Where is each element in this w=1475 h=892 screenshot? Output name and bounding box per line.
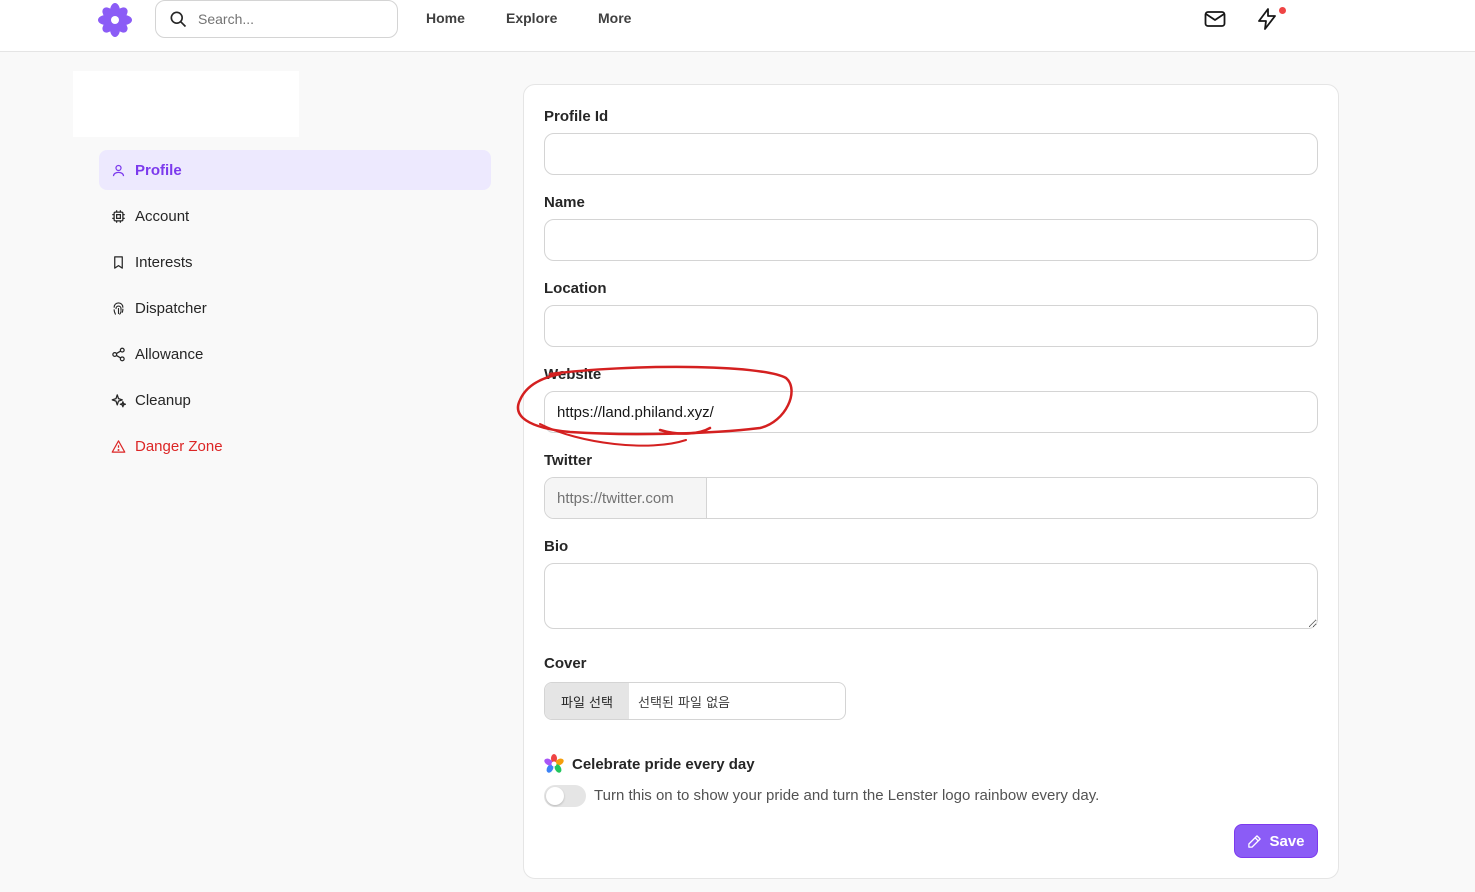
sidebar-item-profile[interactable]: Profile: [99, 150, 491, 190]
bookmark-icon: [114, 255, 123, 269]
save-button-label: Save: [1269, 832, 1305, 850]
sidebar-item-dispatcher[interactable]: Dispatcher: [99, 288, 491, 328]
mail-icon[interactable]: [1203, 7, 1227, 31]
profile-id-input[interactable]: [544, 133, 1318, 175]
sidebar-item-label: Account: [135, 207, 190, 225]
search-icon: [170, 11, 187, 28]
profile-id-label: Profile Id: [544, 108, 609, 125]
cpu-icon: [112, 209, 125, 223]
website-label: Website: [544, 366, 602, 383]
logo-icon[interactable]: [97, 2, 133, 38]
sidebar-item-label: Cleanup: [135, 391, 191, 409]
twitter-prefix: https://twitter.com: [545, 478, 707, 518]
location-label: Location: [544, 280, 607, 297]
sidebar-item-label: Interests: [135, 253, 193, 271]
pride-flower-icon: [544, 754, 564, 773]
share-icon: [112, 347, 125, 361]
sidebar-item-account[interactable]: Account: [99, 196, 491, 236]
user-icon: [112, 164, 125, 176]
choose-file-button[interactable]: 파일 선택: [545, 683, 629, 719]
nav-home-link[interactable]: Home: [426, 10, 465, 26]
notification-dot: [1279, 7, 1286, 14]
twitter-field: https://twitter.com: [544, 477, 1318, 519]
twitter-label: Twitter: [544, 452, 593, 469]
sidebar-item-cleanup[interactable]: Cleanup: [99, 380, 491, 420]
bio-label: Bio: [544, 538, 569, 555]
lightning-icon[interactable]: [1255, 7, 1279, 31]
sidebar-item-label: Danger Zone: [135, 437, 223, 455]
name-input[interactable]: [544, 219, 1318, 261]
sparkles-icon: [111, 393, 126, 407]
fingerprint-icon: [113, 301, 124, 315]
sidebar-item-label: Allowance: [135, 345, 204, 363]
pencil-icon: [1248, 834, 1262, 848]
nav-explore-link[interactable]: Explore: [506, 10, 557, 26]
search-input[interactable]: [198, 11, 378, 27]
pride-setting-title: Celebrate pride every day: [544, 754, 755, 774]
sidebar-item-interests[interactable]: Interests: [99, 242, 491, 282]
file-status-text: 선택된 파일 없음: [638, 695, 730, 711]
save-button[interactable]: Save: [1234, 824, 1318, 858]
top-navigation-bar: Home Explore More: [0, 0, 1475, 52]
sidebar-item-danger-zone[interactable]: Danger Zone: [99, 426, 491, 466]
sidebar-item-label: Profile: [135, 161, 182, 179]
cover-file-input[interactable]: 파일 선택 선택된 파일 없음: [544, 682, 846, 720]
toggle-knob: [546, 787, 564, 805]
pride-toggle[interactable]: [544, 785, 586, 807]
name-label: Name: [544, 194, 585, 211]
bio-textarea[interactable]: [544, 563, 1318, 629]
search-box[interactable]: [155, 0, 398, 38]
pride-setting-label: Celebrate pride every day: [572, 755, 755, 773]
twitter-input[interactable]: [707, 478, 1317, 518]
pride-description: Turn this on to show your pride and turn…: [594, 787, 1100, 804]
cover-label: Cover: [544, 655, 587, 672]
location-input[interactable]: [544, 305, 1318, 347]
profile-card: [73, 71, 299, 137]
website-input[interactable]: [544, 391, 1318, 433]
warning-icon: [111, 439, 126, 453]
sidebar-item-allowance[interactable]: Allowance: [99, 334, 491, 374]
nav-more-link[interactable]: More: [598, 10, 631, 26]
sidebar-item-label: Dispatcher: [135, 299, 207, 317]
